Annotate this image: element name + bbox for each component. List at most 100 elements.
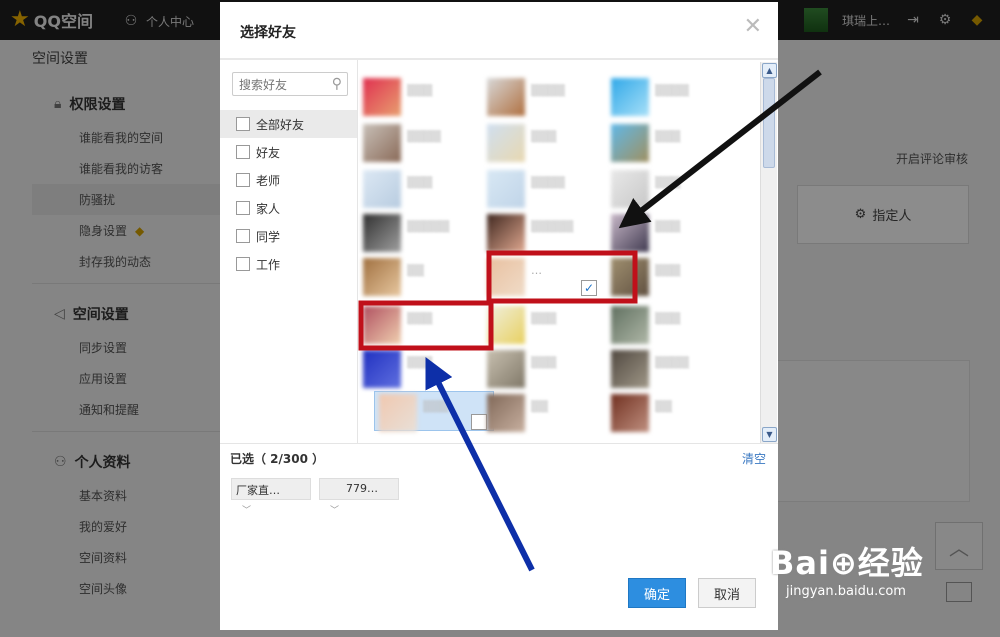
friend-name: ▒▒▒▒▒: [407, 220, 450, 233]
friend-grid-scrollbar[interactable]: ▲ ▼: [760, 62, 777, 443]
chip-label: 厂家直…: [236, 484, 280, 497]
group-label: 工作: [256, 257, 281, 272]
friend-name: ▒▒▒▒: [655, 356, 689, 369]
search-icon[interactable]: ⚲: [332, 76, 342, 92]
clear-selection-link[interactable]: 清空: [742, 450, 766, 467]
friend-name: ▒▒▒: [655, 176, 681, 189]
confirm-button[interactable]: 确定: [628, 578, 686, 608]
friend-item[interactable]: ▒▒▒▒: [607, 76, 727, 116]
friend-item[interactable]: ▒▒: [483, 392, 603, 432]
friend-avatar: [487, 170, 525, 208]
scroll-thumb[interactable]: [763, 78, 775, 168]
checkbox[interactable]: [236, 117, 250, 131]
group-classmates[interactable]: 同学: [220, 222, 357, 250]
friend-item-hovered[interactable]: ▒▒▒: [374, 391, 494, 432]
friend-avatar: [363, 170, 401, 208]
friend-avatar: [487, 258, 525, 296]
cancel-button[interactable]: 取消: [698, 578, 756, 608]
selected-chip[interactable]: 779… ﹀: [319, 478, 399, 516]
friend-checkbox-checked[interactable]: ✓: [581, 280, 597, 296]
friend-item[interactable]: ▒▒▒: [607, 168, 727, 208]
friend-item[interactable]: ▒▒▒: [483, 122, 603, 162]
friend-item[interactable]: ▒▒▒: [607, 256, 727, 296]
friend-name: ▒▒▒: [407, 176, 433, 189]
friend-item[interactable]: ▒▒▒: [607, 122, 727, 162]
friend-item[interactable]: ▒▒▒▒: [359, 122, 479, 162]
friend-item[interactable]: ▒▒▒: [359, 304, 479, 344]
friend-name: ▒▒▒▒: [531, 176, 565, 189]
checkbox[interactable]: [236, 229, 250, 243]
friend-grid: ▒▒▒ ▒▒▒▒ ▒▒▒▒ ▒▒▒▒ ▒▒▒ ▒▒▒ ▒▒▒ ▒▒▒▒ ▒▒▒ …: [357, 60, 759, 443]
friend-item[interactable]: ▒▒: [607, 392, 727, 432]
watermark-logo: Bai⊕经验: [770, 544, 924, 582]
group-friends[interactable]: 好友: [220, 138, 357, 166]
friend-item[interactable]: ▒▒▒: [607, 304, 727, 344]
chevron-down-icon: ﹀: [330, 506, 340, 516]
friend-avatar: [611, 214, 649, 252]
watermark-url: jingyan.baidu.com: [786, 584, 906, 599]
friend-name: ▒▒▒: [407, 84, 433, 97]
friend-avatar: [363, 258, 401, 296]
friend-avatar: [363, 78, 401, 116]
group-work[interactable]: 工作: [220, 250, 357, 278]
checkbox[interactable]: [236, 145, 250, 159]
friend-item[interactable]: ▒▒▒: [359, 168, 479, 208]
group-list: 全部好友 好友 老师 家人 同学 工作: [220, 110, 357, 278]
friend-avatar: [487, 306, 525, 344]
friend-item[interactable]: ▒▒▒▒: [483, 168, 603, 208]
friend-item[interactable]: ▒▒▒▒▒: [483, 212, 603, 252]
friend-item[interactable]: ▒▒▒: [359, 76, 479, 116]
friend-name: ▒▒▒▒: [407, 130, 441, 143]
friend-avatar: [611, 350, 649, 388]
friend-item-checked[interactable]: … ✓: [483, 256, 603, 296]
checkbox[interactable]: [236, 173, 250, 187]
friend-name: ▒▒▒: [531, 356, 557, 369]
checkbox[interactable]: [236, 201, 250, 215]
scroll-up-icon[interactable]: ▲: [762, 63, 777, 78]
group-all[interactable]: 全部好友: [220, 110, 357, 138]
group-label: 家人: [256, 201, 281, 216]
friend-name: ▒▒▒: [655, 312, 681, 325]
friend-item[interactable]: ▒▒▒▒: [483, 76, 603, 116]
friend-avatar: [611, 258, 649, 296]
group-teachers[interactable]: 老师: [220, 166, 357, 194]
friend-avatar: [487, 124, 525, 162]
baidu-jingyan-watermark: Bai⊕经验 jingyan.baidu.com: [770, 538, 924, 599]
friend-avatar: [379, 394, 417, 432]
divider: [220, 443, 778, 444]
scroll-down-icon[interactable]: ▼: [762, 427, 777, 442]
friend-avatar: [363, 306, 401, 344]
chip-label: 779…: [346, 482, 378, 495]
friend-avatar: [363, 124, 401, 162]
selected-chip[interactable]: 厂家直… ﹀: [231, 478, 311, 516]
friend-item[interactable]: ▒▒: [359, 256, 479, 296]
group-family[interactable]: 家人: [220, 194, 357, 222]
friend-avatar: [487, 394, 525, 432]
friend-name: ▒▒: [531, 400, 548, 413]
friend-item[interactable]: ▒▒▒▒: [607, 348, 727, 388]
dialog-title: 选择好友: [240, 25, 296, 41]
friend-item[interactable]: ▒▒▒: [359, 348, 479, 388]
checkbox[interactable]: [236, 257, 250, 271]
friend-name: ▒▒▒: [531, 130, 557, 143]
group-label: 老师: [256, 173, 281, 188]
friend-search: ⚲: [232, 72, 348, 96]
friend-avatar: [487, 78, 525, 116]
friend-search-input[interactable]: [237, 74, 327, 96]
close-icon[interactable]: ✕: [744, 16, 762, 38]
friend-name: ▒▒▒▒▒: [531, 220, 574, 233]
friend-name: ▒▒▒: [655, 264, 681, 277]
friend-avatar: [611, 394, 649, 432]
friend-name: ▒▒▒: [407, 312, 433, 325]
friend-name: ▒▒▒▒: [655, 84, 689, 97]
group-panel: ⚲ 全部好友 好友 老师 家人 同学 工作: [220, 60, 358, 443]
chevron-down-icon: ﹀: [242, 506, 252, 516]
friend-item[interactable]: ▒▒▒: [483, 304, 603, 344]
group-label: 全部好友: [256, 117, 305, 132]
friend-item[interactable]: ▒▒▒: [607, 212, 727, 252]
friend-item[interactable]: ▒▒▒: [483, 348, 603, 388]
group-label: 好友: [256, 145, 281, 160]
friend-name: ▒▒▒▒: [531, 84, 565, 97]
friend-item[interactable]: ▒▒▒▒▒: [359, 212, 479, 252]
friend-name: ▒▒▒: [407, 356, 433, 369]
